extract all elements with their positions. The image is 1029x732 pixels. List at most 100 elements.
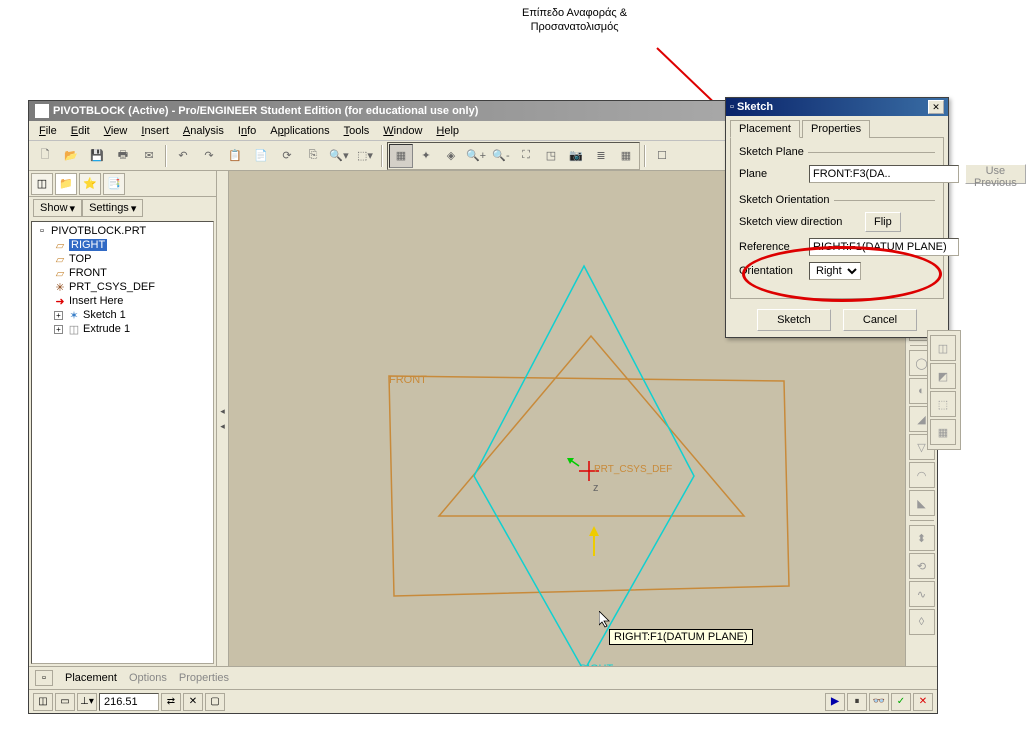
menu-window[interactable]: Window — [377, 123, 428, 139]
undo-icon[interactable]: ↶ — [171, 144, 195, 168]
menu-analysis[interactable]: Analysis — [177, 123, 230, 139]
repaint-icon[interactable]: ▦ — [389, 144, 413, 168]
tab-properties[interactable]: Properties — [802, 120, 870, 138]
cancel-button[interactable]: Cancel — [843, 309, 917, 331]
flip-button[interactable]: Flip — [865, 212, 901, 232]
tree-folder-icon[interactable]: 📁 — [55, 173, 77, 195]
status-bar: ◫ ▭ ⊥▾ 216.51 ⇄ ✕ ▢ ▶ ⏸ 👓 ✓ ✕ — [29, 689, 937, 713]
regen-icon[interactable]: ⟳ — [275, 144, 299, 168]
play-icon[interactable]: ▶ — [825, 693, 845, 711]
status-right-group: ▶ ⏸ 👓 ✓ ✕ — [825, 693, 933, 711]
menu-view[interactable]: View — [98, 123, 134, 139]
tree-item-top[interactable]: ▱ TOP — [52, 252, 211, 266]
tool-b-icon[interactable]: ◩ — [930, 363, 956, 389]
save-icon[interactable]: 💾 — [85, 144, 109, 168]
plane-field[interactable] — [809, 165, 959, 183]
sketch-button[interactable]: Sketch — [757, 309, 831, 331]
tree-item-sketch[interactable]: + ✶ Sketch 1 — [52, 308, 211, 322]
menu-insert[interactable]: Insert — [135, 123, 175, 139]
tree-item-csys[interactable]: ✳ PRT_CSYS_DEF — [52, 280, 211, 294]
tree-root[interactable]: ▫ PIVOTBLOCK.PRT — [34, 224, 211, 238]
datum-disp-icon[interactable]: ☐ — [650, 144, 674, 168]
status-depth-icon[interactable]: ⊥▾ — [77, 693, 97, 711]
tool-d-icon[interactable]: ▦ — [930, 419, 956, 445]
tool-c-icon[interactable]: ⬚ — [930, 391, 956, 417]
expand-icon[interactable]: + — [54, 325, 63, 334]
tree-item-extrude[interactable]: + ◫ Extrude 1 — [52, 322, 211, 336]
depth-value-field[interactable]: 216.51 — [99, 693, 159, 711]
properties-link[interactable]: Properties — [179, 672, 229, 684]
show-dropdown[interactable]: Show ▾ — [33, 199, 82, 217]
status-thicken-icon[interactable]: ▢ — [205, 693, 225, 711]
plane-label: Plane — [739, 168, 803, 180]
menu-info[interactable]: Info — [232, 123, 262, 139]
copy2-icon[interactable]: ⎘ — [301, 144, 325, 168]
open-icon[interactable]: 📂 — [59, 144, 83, 168]
settings-dropdown[interactable]: Settings ▾ — [82, 199, 143, 217]
copy-icon[interactable]: 📋 — [223, 144, 247, 168]
chamfer-tool-icon[interactable]: ◣ — [909, 490, 935, 516]
menu-help[interactable]: Help — [430, 123, 465, 139]
status-surf-icon[interactable]: ▭ — [55, 693, 75, 711]
select-icon[interactable]: ⬚▾ — [353, 144, 377, 168]
expand-icon[interactable]: + — [54, 311, 63, 320]
zoom-in-icon[interactable]: 🔍+ — [464, 144, 488, 168]
pause-icon[interactable]: ⏸ — [847, 693, 867, 711]
round-tool-icon[interactable]: ◠ — [909, 462, 935, 488]
mail-icon[interactable]: ✉ — [137, 144, 161, 168]
panel-collapse-bar[interactable]: ◂ ◂ — [217, 171, 229, 666]
menu-file[interactable]: File — [33, 123, 63, 139]
zoom-out-icon[interactable]: 🔍- — [489, 144, 513, 168]
close-icon[interactable]: ✕ — [928, 100, 944, 114]
view-mgr-icon[interactable]: ▦ — [614, 144, 638, 168]
dashboard-icon[interactable]: ▫ — [35, 670, 53, 686]
options-link[interactable]: Options — [129, 672, 167, 684]
model-tree[interactable]: ▫ PIVOTBLOCK.PRT ▱ RIGHT ▱ TOP ▱ FRONT ✳ — [31, 221, 214, 664]
orient2-icon[interactable]: ◳ — [539, 144, 563, 168]
status-remove-icon[interactable]: ✕ — [183, 693, 203, 711]
tab-placement[interactable]: Placement — [730, 120, 800, 138]
layer-icon[interactable]: ≣ — [589, 144, 613, 168]
tree-item-insert-here[interactable]: ➜ Insert Here — [52, 294, 211, 308]
orient-icon[interactable]: ◈ — [439, 144, 463, 168]
part-icon: ▫ — [36, 225, 48, 237]
status-flip-icon[interactable]: ⇄ — [161, 693, 181, 711]
view-tool-group: ▦ ✦ ◈ 🔍+ 🔍- ⛶ ◳ 📷 ≣ ▦ — [387, 142, 640, 170]
saved-view-icon[interactable]: 📷 — [564, 144, 588, 168]
tree-item-right[interactable]: ▱ RIGHT — [52, 238, 211, 252]
revolve-tool-icon[interactable]: ⟲ — [909, 553, 935, 579]
right-plane-label: RIGHT — [579, 663, 613, 666]
find-icon[interactable]: 🔍▾ — [327, 144, 351, 168]
refit-icon[interactable]: ⛶ — [514, 144, 538, 168]
view-direction-label: Sketch view direction — [739, 216, 859, 228]
print-icon[interactable]: 🖶 — [111, 144, 135, 168]
paste-icon[interactable]: 📄 — [249, 144, 273, 168]
spin-icon[interactable]: ✦ — [414, 144, 438, 168]
blend-tool-icon[interactable]: ◊ — [909, 609, 935, 635]
ok-icon[interactable]: ✓ — [891, 693, 911, 711]
menu-edit[interactable]: Edit — [65, 123, 96, 139]
orientation-select[interactable]: Right — [809, 262, 861, 280]
chevron-left-icon: ◂ — [220, 406, 225, 417]
dialog-titlebar[interactable]: ▫ Sketch ✕ — [726, 98, 948, 116]
preview-icon[interactable]: 👓 — [869, 693, 889, 711]
status-solid-icon[interactable]: ◫ — [33, 693, 53, 711]
tree-layer-icon[interactable]: 📑 — [103, 173, 125, 195]
new-icon[interactable]: 🗋 — [33, 144, 57, 168]
tree-display-icon[interactable]: ◫ — [31, 173, 53, 195]
secondary-right-toolbar: ◫ ◩ ⬚ ▦ — [927, 330, 961, 450]
sweep-tool-icon[interactable]: ∿ — [909, 581, 935, 607]
extrude-tool-icon[interactable]: ⬍ — [909, 525, 935, 551]
dialog-title: Sketch — [737, 101, 773, 113]
use-previous-button[interactable]: Use Previous — [965, 164, 1026, 184]
reference-field[interactable] — [809, 238, 959, 256]
menu-applications[interactable]: Applications — [264, 123, 335, 139]
tool-a-icon[interactable]: ◫ — [930, 335, 956, 361]
menu-tools[interactable]: Tools — [338, 123, 376, 139]
tree-favorites-icon[interactable]: ⭐ — [79, 173, 101, 195]
placement-link[interactable]: Placement — [65, 672, 117, 684]
redo-icon[interactable]: ↷ — [197, 144, 221, 168]
tree-item-front[interactable]: ▱ FRONT — [52, 266, 211, 280]
cancel-icon[interactable]: ✕ — [913, 693, 933, 711]
reference-label: Reference — [739, 241, 803, 253]
